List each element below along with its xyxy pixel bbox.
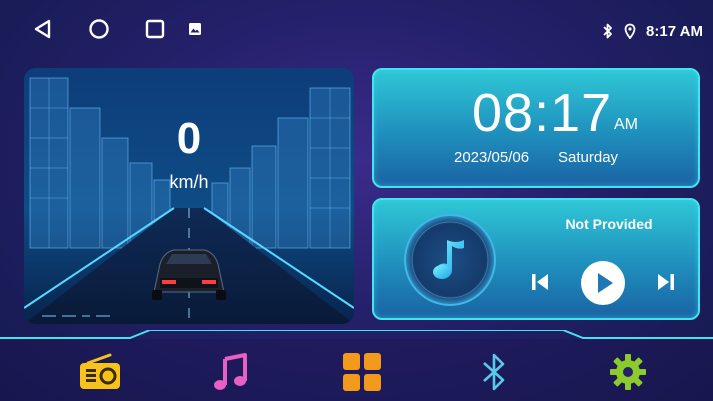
track-title: Not Provided bbox=[565, 216, 653, 232]
clock-date: 2023/05/06 bbox=[454, 149, 530, 166]
back-triangle-icon bbox=[34, 19, 51, 39]
radio-app[interactable] bbox=[76, 350, 124, 394]
status-bar: 8:17 AM bbox=[0, 0, 713, 60]
bluetooth-icon bbox=[603, 23, 612, 39]
status-time: 8:17 AM bbox=[646, 22, 703, 40]
music-note-icon bbox=[404, 214, 496, 306]
previous-button[interactable] bbox=[528, 270, 552, 294]
play-icon bbox=[581, 261, 625, 305]
car-illustration bbox=[152, 249, 226, 300]
home-screen: 8:17 AM 0 km/h 08:17 AM 2023/05/06 Satur… bbox=[0, 0, 713, 401]
clock-time: 08:17 bbox=[472, 83, 613, 143]
settings-gear-icon bbox=[610, 354, 646, 390]
music-app[interactable] bbox=[207, 350, 255, 394]
clock-card[interactable]: 08:17 AM 2023/05/06 Saturday bbox=[372, 68, 700, 188]
home-button[interactable] bbox=[84, 14, 114, 44]
skip-next-icon bbox=[658, 274, 674, 290]
music-icon bbox=[214, 353, 247, 390]
album-art[interactable] bbox=[404, 214, 496, 306]
gallery-icon bbox=[189, 23, 201, 35]
bluetooth-icon bbox=[483, 353, 505, 391]
gallery-button[interactable] bbox=[180, 14, 210, 44]
skip-previous-icon bbox=[532, 274, 548, 290]
apps-launcher[interactable] bbox=[338, 350, 386, 394]
status-indicators: 8:17 AM bbox=[602, 20, 703, 42]
recents-button[interactable] bbox=[140, 14, 170, 44]
speed-value: 0 bbox=[176, 114, 202, 163]
location-pin-icon bbox=[624, 23, 636, 39]
home-circle-icon bbox=[89, 19, 109, 39]
clock-ampm: AM bbox=[614, 116, 638, 133]
settings-app[interactable] bbox=[604, 350, 652, 394]
music-player-card[interactable]: Not Provided bbox=[372, 198, 700, 320]
next-button[interactable] bbox=[654, 270, 678, 294]
radio-icon bbox=[80, 353, 120, 389]
city-road-illustration bbox=[24, 68, 354, 324]
bluetooth-app[interactable] bbox=[470, 350, 518, 394]
app-dock bbox=[0, 330, 713, 401]
apps-grid-icon bbox=[343, 353, 381, 391]
back-button[interactable] bbox=[28, 14, 58, 44]
speed-unit: km/h bbox=[169, 172, 209, 192]
clock-day: Saturday bbox=[558, 149, 619, 166]
recents-square-icon bbox=[145, 19, 165, 39]
play-button[interactable] bbox=[580, 260, 626, 306]
speedometer-card[interactable]: 0 km/h bbox=[24, 68, 354, 324]
